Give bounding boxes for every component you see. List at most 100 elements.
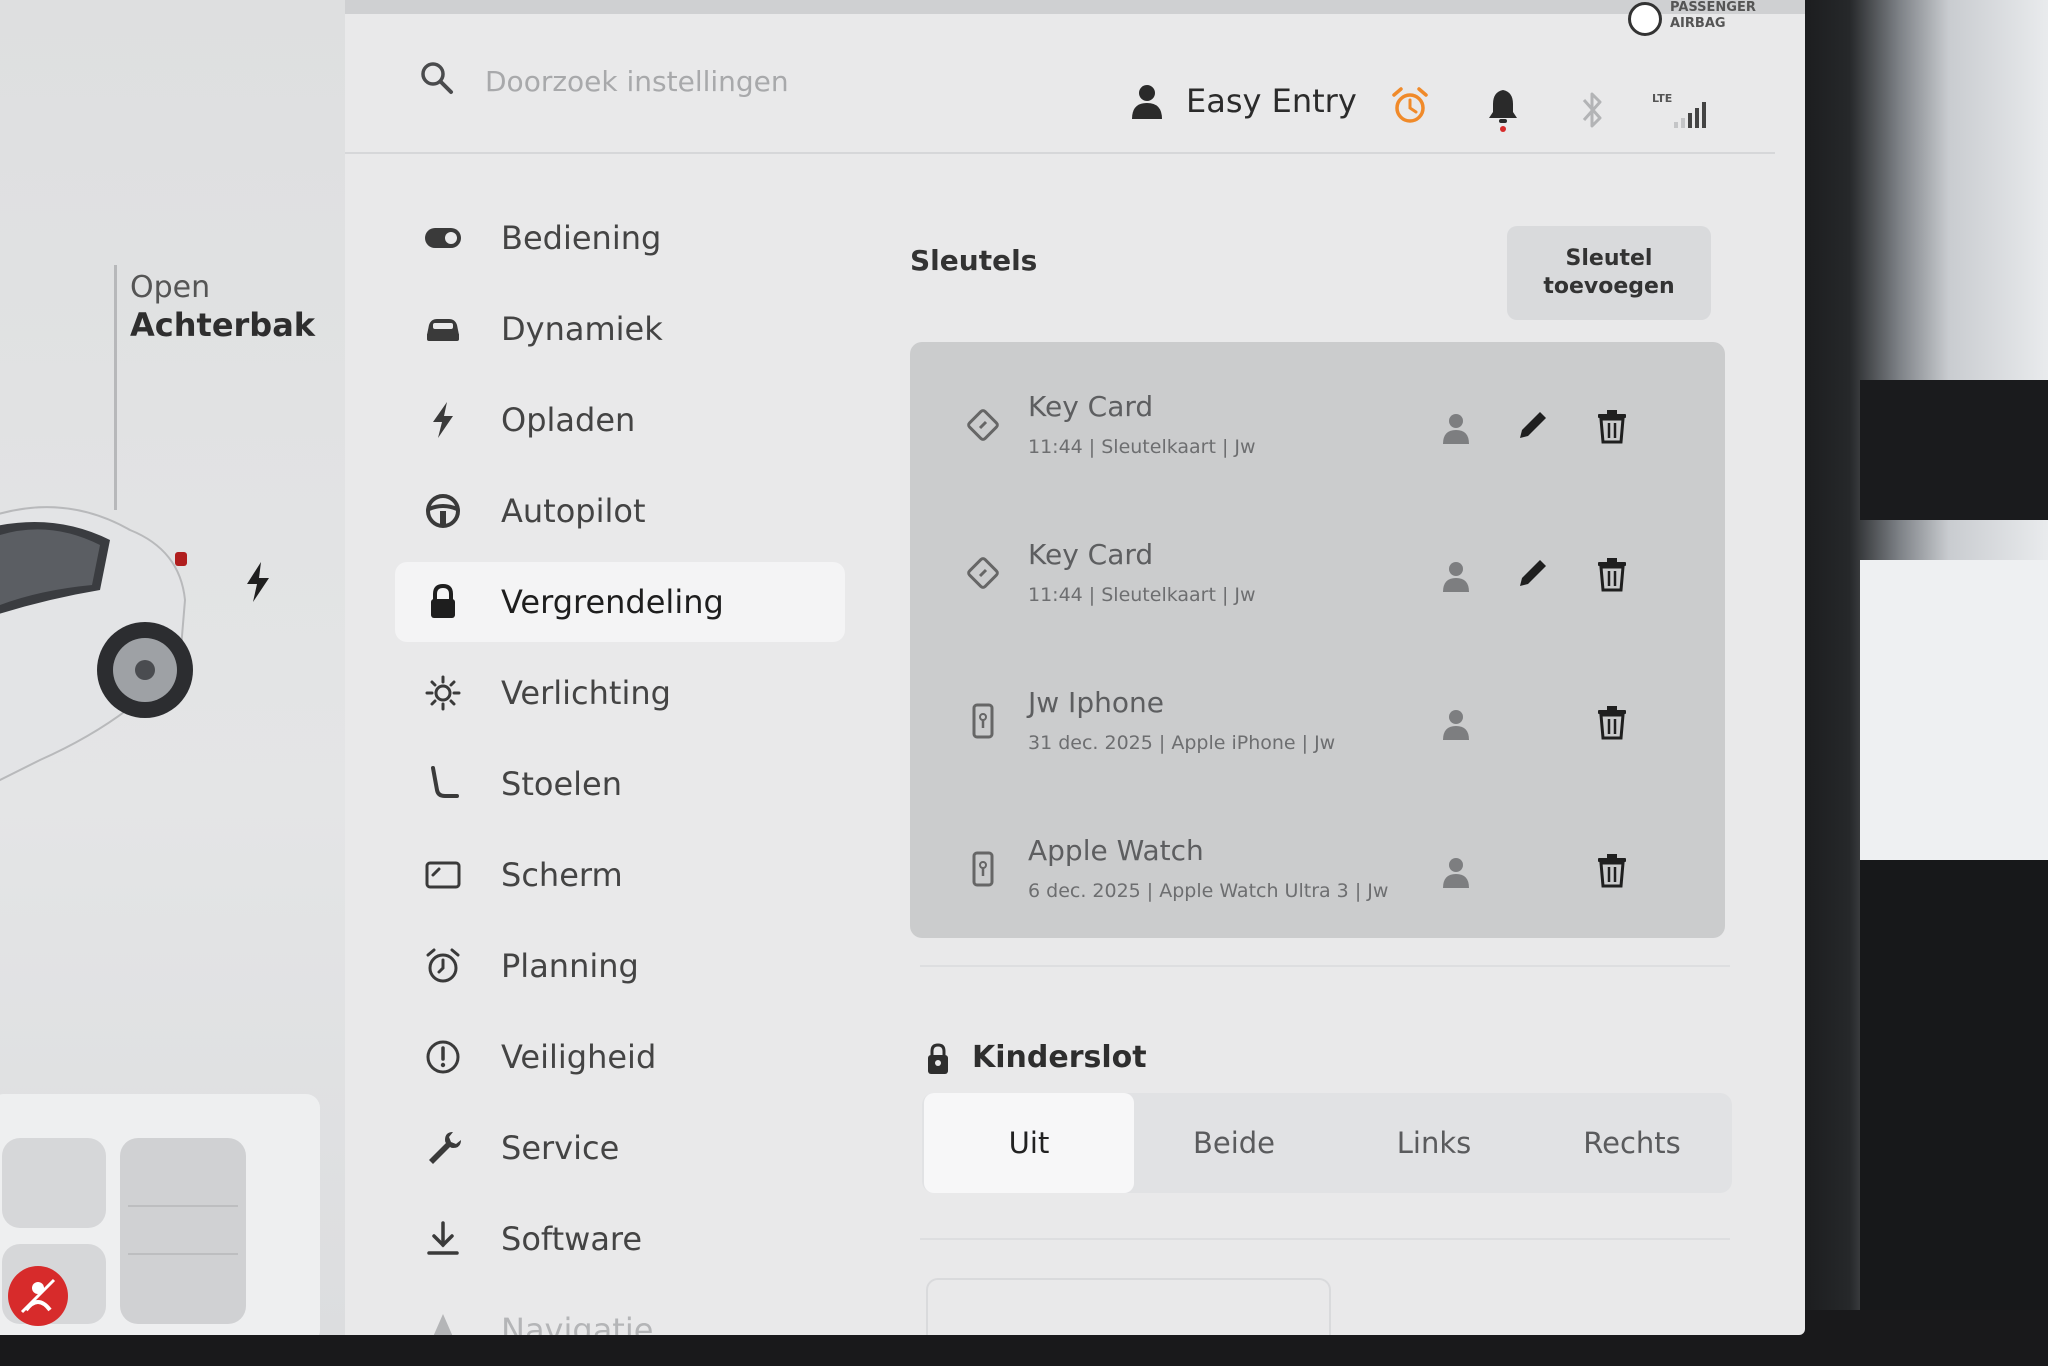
key-name: Key Card [1028,538,1154,571]
light-icon [425,675,461,711]
bluetooth-icon[interactable] [1580,90,1606,130]
add-key-button[interactable]: Sleutel toevoegen [1507,226,1711,320]
edit-pencil-icon[interactable] [1516,408,1550,442]
key-row[interactable]: Apple Watch 6 dec. 2025 | Apple Watch Ul… [910,786,1725,926]
nav-label: Scherm [501,856,623,894]
child-lock-title: Kinderslot [972,1040,1147,1075]
background-dark-lower [1860,860,2048,1366]
key-meta: 6 dec. 2025 | Apple Watch Ultra 3 | Jw [1028,880,1389,902]
display-icon [425,861,461,889]
alarm-clock-icon [426,948,460,983]
edit-pencil-icon[interactable] [1516,556,1550,590]
key-meta: 11:44 | Sleutelkaart | Jw [1028,584,1256,606]
nav-item-vergrendeling[interactable]: Vergrendeling [395,562,845,642]
nav-label: Software [501,1220,643,1258]
notification-bell-icon[interactable] [1487,88,1519,132]
background-light-band [1860,560,2048,860]
search-input[interactable] [485,58,1045,104]
key-name: Apple Watch [1028,834,1204,867]
search-icon [421,62,453,94]
nav-label: Service [501,1129,620,1167]
trunk-label[interactable]: Achterbak [130,306,315,344]
nav-item-service[interactable]: Service [395,1108,845,1188]
phone-key-icon [972,851,994,887]
nav-label: Verlichting [501,674,671,712]
nav-item-autopilot[interactable]: Autopilot [395,471,845,551]
user-icon[interactable] [1440,708,1472,740]
bezel-right [1800,0,2048,1366]
section-divider [920,1238,1730,1240]
screen: Open Achterbak PASSENGER AIRBAG Doorzoek… [0,0,1805,1335]
lte-signal-icon: LTE [1652,92,1706,128]
background-dark-band [1860,380,2048,520]
key-list: Key Card 11:44 | Sleutelkaart | Jw Key C… [910,342,1725,938]
nav-label: Stoelen [501,765,622,803]
nav-item-planning[interactable]: Planning [395,926,845,1006]
nav-item-opladen[interactable]: Opladen [395,380,845,460]
car-image [0,506,193,782]
profile-button[interactable]: Easy Entry [1130,76,1357,126]
key-name: Key Card [1028,390,1154,423]
child-lock-option-uit[interactable]: Uit [924,1093,1134,1193]
trash-icon[interactable] [1596,852,1628,888]
trash-icon[interactable] [1596,556,1628,592]
bolt-icon [433,402,453,438]
nav-item-stoelen[interactable]: Stoelen [395,744,845,824]
key-meta: 31 dec. 2025 | Apple iPhone | Jw [1028,732,1336,754]
alert-circle-icon [426,1040,460,1074]
next-setting-card[interactable] [926,1278,1331,1335]
top-status-strip [345,0,1805,14]
child-lock-option-beide[interactable]: Beide [1134,1093,1334,1193]
user-icon [1132,85,1162,119]
user-icon[interactable] [1440,856,1472,888]
nav-label: Planning [501,947,639,985]
settings-nav: Bediening Dynamiek Opladen Autopilot Ver… [395,198,845,1335]
nav-item-software[interactable]: Software [395,1199,845,1279]
nav-label: Autopilot [501,492,646,530]
nav-item-veiligheid[interactable]: Veiligheid [395,1017,845,1097]
lock-icon [431,583,455,618]
toggle-icon [425,228,461,248]
key-name: Jw Iphone [1028,686,1164,719]
nav-label: Opladen [501,401,636,439]
phone-key-icon [972,703,994,739]
add-key-label-line1: Sleutel [1565,246,1653,271]
steering-wheel-icon [426,494,460,528]
charging-bolt-icon [247,562,269,602]
user-icon[interactable] [1440,560,1472,592]
settings-header: Easy Entry LTE [345,14,1775,154]
wrench-icon [429,1132,461,1164]
nav-label: Bediening [501,219,662,257]
nav-item-verlichting[interactable]: Verlichting [395,653,845,733]
key-card-icon [967,409,999,441]
section-divider [920,965,1730,967]
airbag-off-icon [8,1266,68,1326]
download-icon [427,1221,459,1255]
profile-name: Easy Entry [1186,82,1357,120]
trash-icon[interactable] [1596,704,1628,740]
child-lock-selector: Uit Beide Links Rechts [922,1093,1732,1193]
seat-icon [431,766,459,798]
nav-item-dynamiek[interactable]: Dynamiek [395,289,845,369]
nav-label: Veiligheid [501,1038,657,1076]
nav-label: Vergrendeling [501,583,724,621]
svg-text:LTE: LTE [1652,92,1672,105]
key-row[interactable]: Key Card 11:44 | Sleutelkaart | Jw [910,342,1725,482]
nav-label: Navigatie [501,1311,654,1335]
trunk-open-label[interactable]: Open [130,270,210,305]
add-key-label-line2: toevoegen [1543,274,1675,299]
key-row[interactable]: Jw Iphone 31 dec. 2025 | Apple iPhone | … [910,638,1725,778]
key-meta: 11:44 | Sleutelkaart | Jw [1028,436,1256,458]
nav-item-bediening[interactable]: Bediening [395,198,845,278]
key-row[interactable]: Key Card 11:44 | Sleutelkaart | Jw [910,490,1725,630]
child-lock-option-links[interactable]: Links [1334,1093,1534,1193]
child-lock-option-rechts[interactable]: Rechts [1534,1093,1730,1193]
trash-icon[interactable] [1596,408,1628,444]
user-icon[interactable] [1440,412,1472,444]
alarm-clock-icon[interactable] [1390,86,1430,126]
keys-section-title: Sleutels [910,244,1038,277]
child-lock-icon [928,1043,948,1074]
nav-item-scherm[interactable]: Scherm [395,835,845,915]
car-icon [427,319,459,341]
nav-item-navigatie[interactable]: Navigatie [395,1290,845,1335]
